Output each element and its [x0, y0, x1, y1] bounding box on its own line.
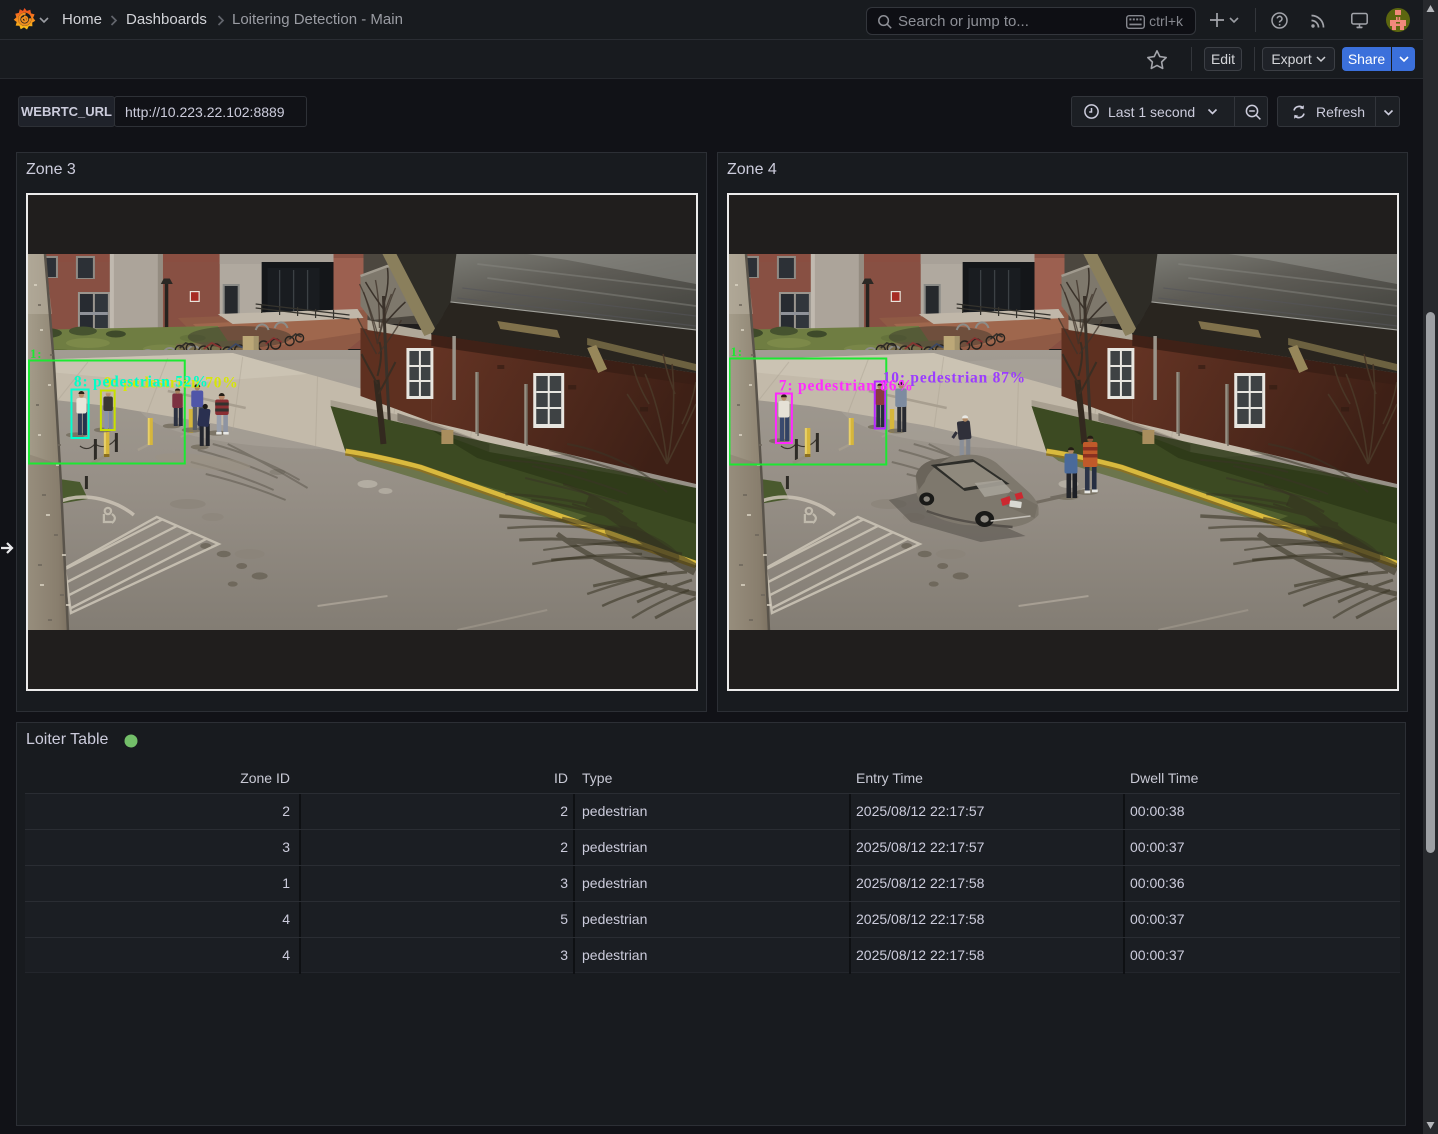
- svg-text:1:: 1:: [730, 344, 742, 359]
- svg-text:1:: 1:: [30, 346, 42, 361]
- svg-text:8: pedestrian 52%: 8: pedestrian 52%: [74, 373, 209, 390]
- svg-text:7: pedestrian 86%: 7: pedestrian 86%: [779, 377, 914, 394]
